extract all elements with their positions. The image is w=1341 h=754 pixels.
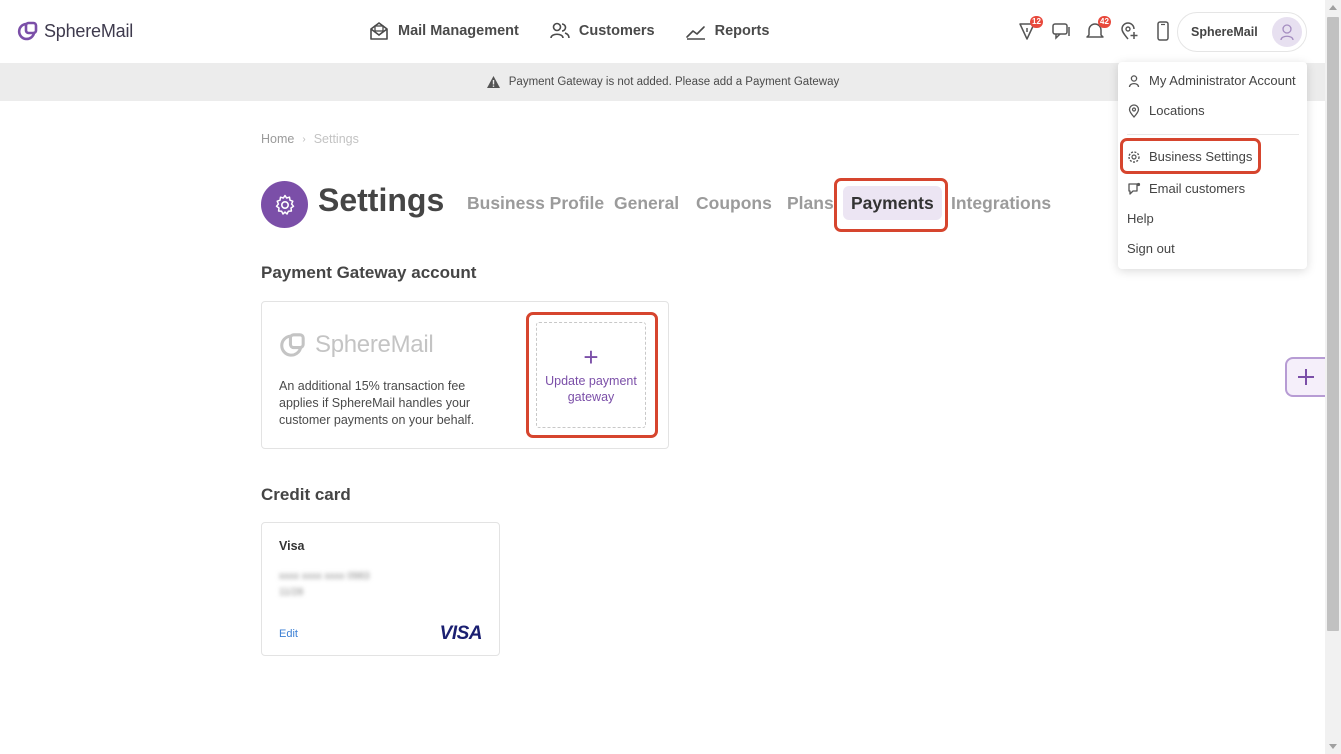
brand-logo-icon [280,333,305,357]
menu-item-label: Help [1127,211,1154,226]
map-pin-plus-icon [1121,22,1138,40]
main-navigation: Mail Management Customers Reports [368,20,769,42]
avatar [1272,17,1302,47]
chat-button[interactable] [1051,20,1071,42]
menu-item-label: Business Settings [1149,149,1253,164]
transaction-fee-description: An additional 15% transaction fee applie… [279,379,475,427]
page-title: Settings [318,182,445,218]
warning-triangle-icon [486,76,500,88]
profile-menu-button[interactable]: SphereMail [1177,12,1307,52]
brand-name: SphereMail [44,20,134,41]
gear-icon [275,194,294,215]
profile-dropdown-menu: My Administrator Account Locations Busin… [1118,62,1307,269]
menu-item-sign-out[interactable]: Sign out [1127,241,1175,256]
alerts-badge: 12 [1030,16,1043,28]
floating-add-button[interactable] [1285,357,1325,397]
update-payment-gateway-button[interactable]: + Update payment gateway [536,322,646,428]
mobile-device-button[interactable] [1153,20,1173,42]
nav-reports[interactable]: Reports [685,20,770,42]
profile-name: SphereMail [1191,25,1258,39]
scrollbar-thumb[interactable] [1327,17,1339,631]
menu-item-help[interactable]: Help [1127,211,1154,226]
menu-item-my-administrator-account[interactable]: My Administrator Account [1127,73,1296,88]
alerts-button[interactable]: 12 [1017,16,1043,42]
credit-card-item: Visa xxxx xxxx xxxx 0983 11/28 Edit VISA [261,522,500,656]
chat-bubble-icon [1128,182,1141,195]
nav-customers[interactable]: Customers [549,20,655,42]
menu-item-label: My Administrator Account [1149,73,1296,88]
scroll-up-icon[interactable] [1329,5,1337,10]
scroll-down-icon[interactable] [1329,744,1337,749]
user-icon [1128,74,1140,87]
header-icon-toolbar: 12 42 [1017,16,1173,42]
top-navigation-bar: SphereMail Mail Management Customers Rep… [0,0,1325,63]
chart-line-icon [685,26,705,40]
mobile-phone-icon [1157,21,1169,41]
page-scrollbar[interactable] [1325,0,1341,754]
menu-item-label: Email customers [1149,181,1246,196]
plus-icon: + [583,342,599,372]
nav-mail-management-label: Mail Management [398,23,519,39]
map-pin-icon [1128,103,1140,118]
gateway-brand-logo: SphereMail [279,331,434,359]
mail-envelope-icon [370,22,388,40]
menu-item-label: Sign out [1127,241,1175,256]
edit-card-link[interactable]: Edit [279,628,298,640]
gateway-brand-name: SphereMail [315,331,434,358]
chat-bubble-icon [1052,23,1070,40]
settings-page-icon [261,181,308,228]
menu-item-locations[interactable]: Locations [1127,103,1205,118]
menu-item-business-settings[interactable]: Business Settings [1127,149,1252,164]
tab-business-profile[interactable]: Business Profile [467,186,604,220]
nav-mail-management[interactable]: Mail Management [368,20,519,42]
brand-logo-icon [17,21,38,41]
nav-reports-label: Reports [714,23,770,39]
menu-item-label: Locations [1149,103,1205,118]
tab-payments[interactable]: Payments [843,186,942,220]
menu-item-email-customers[interactable]: Email customers [1127,181,1245,196]
add-location-button[interactable] [1119,20,1139,42]
credit-card-section-title: Credit card [261,485,351,504]
menu-divider [1127,134,1299,135]
tab-coupons[interactable]: Coupons [696,186,772,220]
breadcrumb-home-link[interactable]: Home [261,132,294,146]
visa-logo-icon: VISA [439,623,483,644]
card-brand: Visa [279,539,305,553]
breadcrumb: Home › Settings [261,132,359,146]
notifications-badge: 42 [1098,16,1111,28]
nav-customers-label: Customers [578,23,655,39]
chevron-right-icon: › [302,133,306,145]
notifications-button[interactable]: 42 [1085,16,1111,42]
tab-general[interactable]: General [614,186,679,220]
card-expiry: 11/28 [279,587,304,598]
plus-icon [1298,369,1314,385]
breadcrumb-current: Settings [313,132,359,146]
tab-integrations[interactable]: Integrations [951,186,1051,220]
brand-logo[interactable]: SphereMail [17,20,133,42]
payment-gateway-section-title: Payment Gateway account [261,263,477,282]
payment-gateway-card: SphereMail An additional 15% transaction… [261,301,669,449]
tab-plans[interactable]: Plans [787,186,834,220]
card-masked-number: xxxx xxxx xxxx 0983 [279,571,370,582]
gear-icon [1128,150,1140,163]
banner-text: Payment Gateway is not added. Please add… [508,76,840,88]
user-avatar-icon [1280,24,1294,41]
users-icon [550,22,570,39]
update-payment-gateway-label: Update payment gateway [545,374,637,404]
